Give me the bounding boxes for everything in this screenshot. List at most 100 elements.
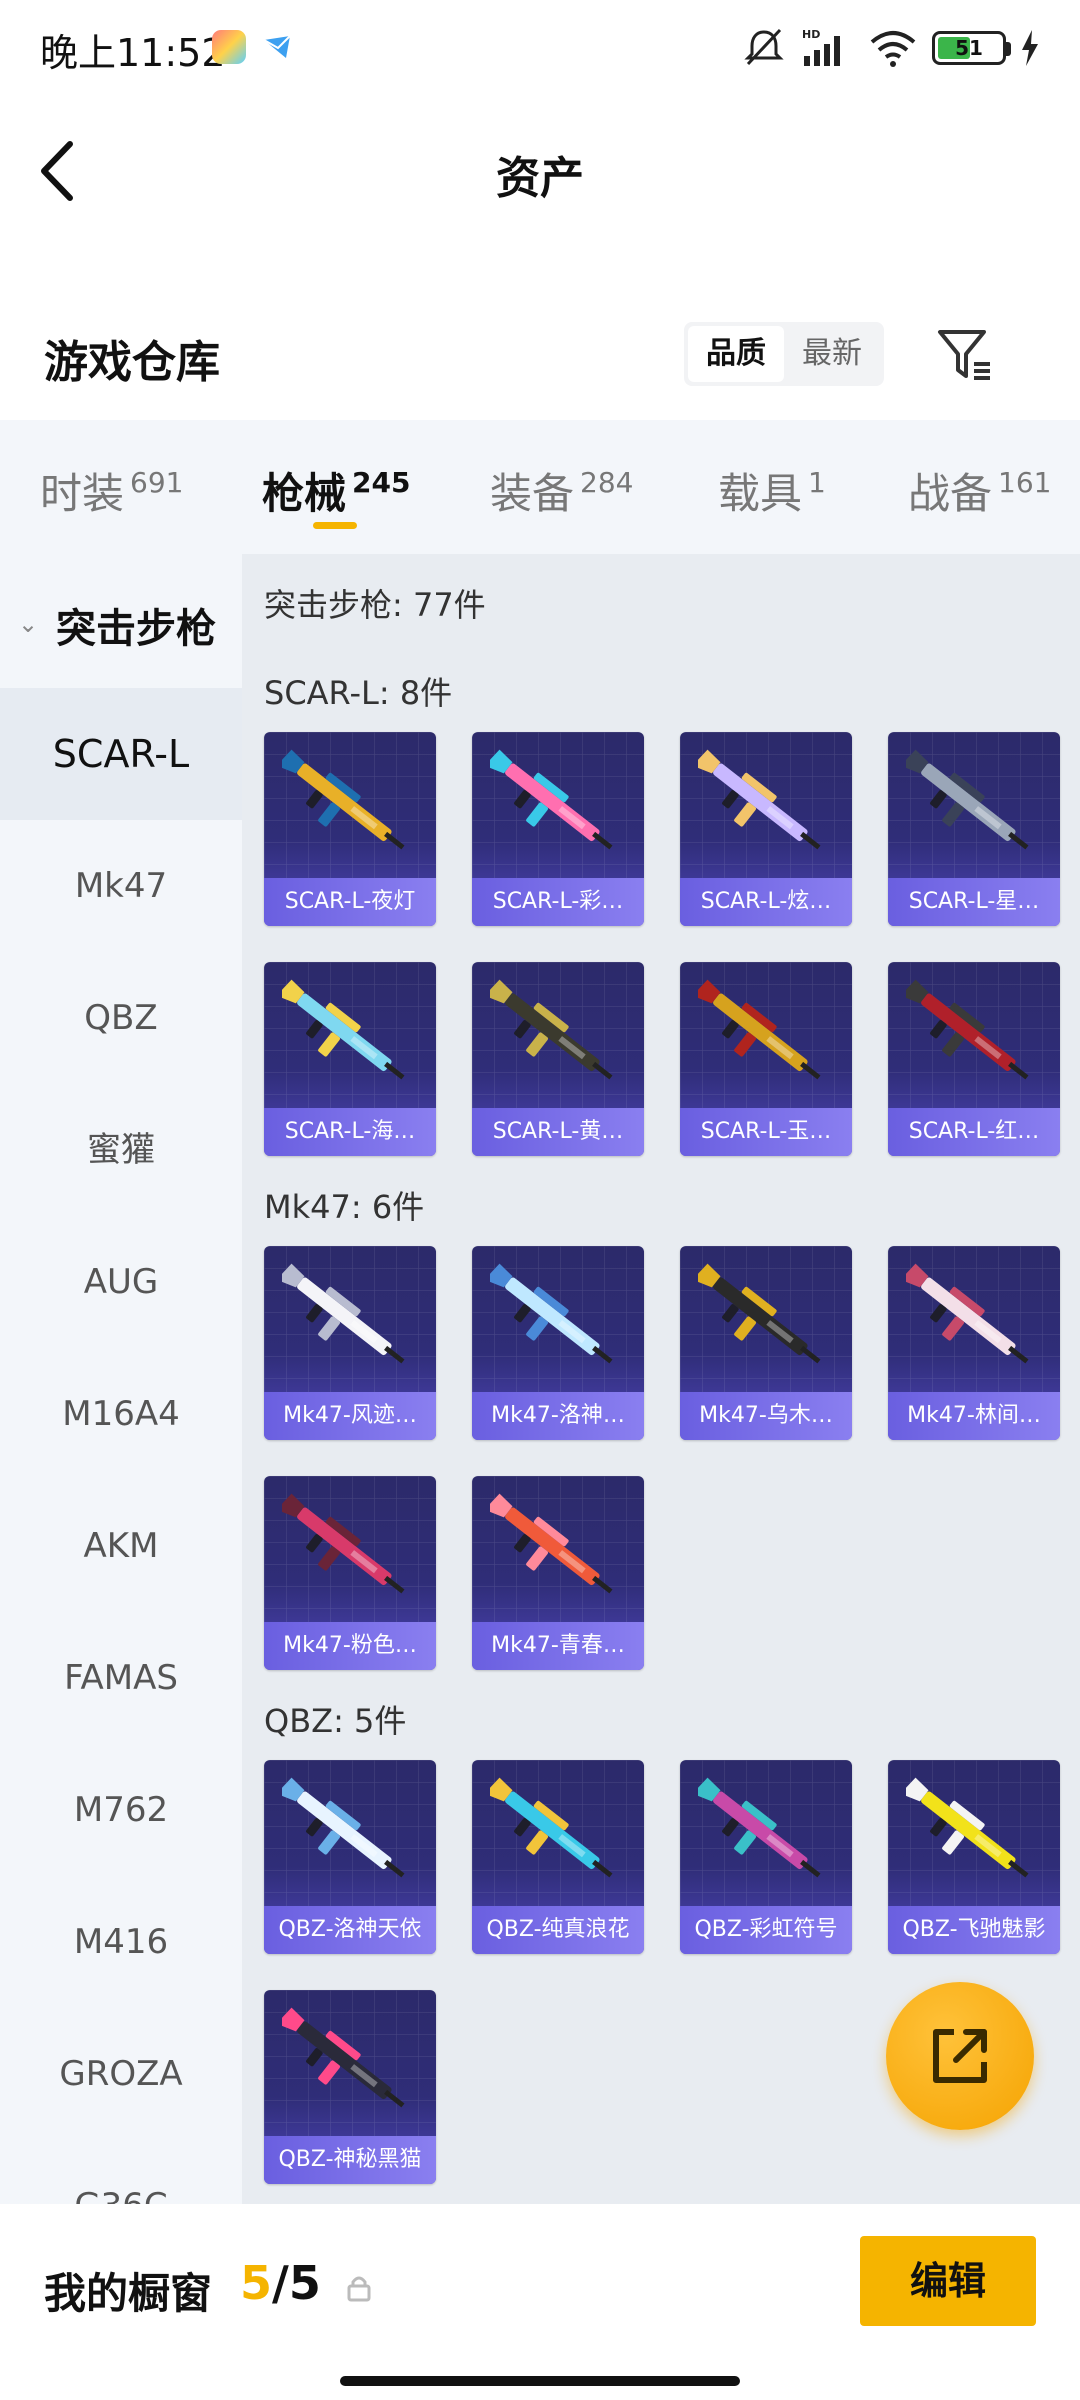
tab-vehicles[interactable]: 载具 1: [718, 460, 826, 521]
weapon-skin-card[interactable]: QBZ-神秘黑猫: [264, 1990, 436, 2184]
weapon-skin-card[interactable]: SCAR-L-玉…: [680, 962, 852, 1156]
rifle-skin-icon: [698, 749, 821, 850]
sidebar-group-assault-rifles[interactable]: ⌄ 突击步枪: [0, 554, 242, 688]
sidebar-item-honey-badger[interactable]: 蜜獾: [0, 1084, 242, 1216]
rifle-skin-icon: [282, 2007, 405, 2108]
weapon-skin-card[interactable]: SCAR-L-海…: [264, 962, 436, 1156]
mail-app-icon: [260, 30, 294, 64]
section-heading-qbz: QBZ: 5件: [264, 1702, 407, 1740]
weapon-skin-card[interactable]: Mk47-洛神…: [472, 1246, 644, 1440]
rifle-skin-icon: [698, 979, 821, 1080]
sidebar-item-akm[interactable]: AKM: [0, 1480, 242, 1612]
tab-count: 1: [808, 466, 826, 499]
tab-count: 245: [352, 466, 411, 499]
tab-fashion[interactable]: 时装 691: [40, 460, 183, 521]
section-heading-scar-l: SCAR-L: 8件: [264, 674, 453, 712]
weapon-skin-label: Mk47-乌木…: [680, 1392, 852, 1440]
sidebar-item-g36c[interactable]: G36C: [0, 2140, 242, 2204]
weapon-skin-card[interactable]: Mk47-粉色…: [264, 1476, 436, 1670]
chevron-down-icon: ⌄: [18, 610, 39, 638]
sidebar-item-groza[interactable]: GROZA: [0, 2008, 242, 2140]
showcase-title: 我的橱窗: [44, 2269, 213, 2318]
rifle-skin-icon: [906, 1777, 1029, 1878]
sidebar-item-mk47[interactable]: Mk47: [0, 820, 242, 952]
status-time: 晚上11:52: [40, 31, 226, 75]
sidebar-item-famas[interactable]: FAMAS: [0, 1612, 242, 1744]
share-button[interactable]: [886, 1982, 1034, 2130]
warehouse-title: 游戏仓库: [44, 337, 220, 388]
battery-icon: 51: [932, 31, 1011, 65]
edit-button[interactable]: 编辑: [860, 2236, 1036, 2326]
tab-firearms[interactable]: 枪械 245: [262, 460, 410, 521]
rifle-skin-icon: [698, 1777, 821, 1878]
weapon-skin-card[interactable]: SCAR-L-炫…: [680, 732, 852, 926]
rifle-skin-icon: [282, 749, 405, 850]
game-center-icon: [212, 30, 246, 64]
tab-count: 284: [580, 466, 634, 499]
sidebar-group-label: 突击步枪: [56, 606, 216, 652]
weapon-skin-card[interactable]: QBZ-洛神天依: [264, 1760, 436, 1954]
weapon-skin-card[interactable]: SCAR-L-星…: [888, 732, 1060, 926]
filter-button[interactable]: [934, 324, 996, 386]
home-indicator[interactable]: [340, 2376, 740, 2386]
charging-icon: [1022, 30, 1038, 66]
rifle-skin-icon: [490, 1263, 613, 1364]
weapon-skin-label: QBZ-彩虹符号: [680, 1906, 852, 1954]
weapon-skin-label: SCAR-L-红…: [888, 1108, 1060, 1156]
rifle-skin-icon: [906, 749, 1029, 850]
weapon-skin-label: SCAR-L-星…: [888, 878, 1060, 926]
rifle-skin-icon: [282, 979, 405, 1080]
weapon-skin-label: SCAR-L-玉…: [680, 1108, 852, 1156]
rifle-skin-icon: [906, 1263, 1029, 1364]
category-tabs: 时装 691 枪械 245 装备 284 载具 1 战备 161: [0, 420, 1080, 554]
tab-count: 691: [130, 466, 184, 499]
rifle-skin-icon: [490, 1777, 613, 1878]
rifle-skin-icon: [490, 1493, 613, 1594]
tab-combat-supplies[interactable]: 战备 161: [908, 460, 1051, 521]
category-summary: 突击步枪: 77件: [264, 586, 486, 624]
page-title: 资产: [496, 153, 584, 204]
weapon-skin-card[interactable]: SCAR-L-彩…: [472, 732, 644, 926]
tab-label: 载具: [718, 469, 803, 518]
weapon-skin-card[interactable]: QBZ-纯真浪花: [472, 1760, 644, 1954]
weapon-skin-card[interactable]: Mk47-乌木…: [680, 1246, 852, 1440]
sidebar-item-scar-l[interactable]: SCAR-L: [0, 688, 242, 820]
weapon-skin-card[interactable]: QBZ-飞驰魅影: [888, 1760, 1060, 1954]
filter-list-icon: [938, 330, 990, 380]
weapon-skin-card[interactable]: Mk47-青春…: [472, 1476, 644, 1670]
weapon-skin-label: SCAR-L-夜灯: [264, 878, 436, 926]
weapon-skin-card[interactable]: SCAR-L-夜灯: [264, 732, 436, 926]
sort-newest-option[interactable]: 最新: [784, 326, 880, 382]
showcase-count: 5/5: [240, 2256, 321, 2310]
status-icons: HD 51: [742, 24, 1040, 72]
weapon-skin-label: SCAR-L-黄…: [472, 1108, 644, 1156]
rifle-skin-icon: [490, 979, 613, 1080]
weapon-sidebar: ⌄ 突击步枪 SCAR-L Mk47 QBZ 蜜獾 AUG M16A4 AKM …: [0, 554, 242, 2204]
weapon-skin-card[interactable]: Mk47-林间…: [888, 1246, 1060, 1440]
rifle-skin-icon: [490, 749, 613, 850]
sidebar-item-m416[interactable]: M416: [0, 1876, 242, 2008]
weapon-skin-card[interactable]: QBZ-彩虹符号: [680, 1760, 852, 1954]
warehouse-bar: 游戏仓库 品质 最新: [0, 300, 1080, 410]
sort-quality-option[interactable]: 品质: [688, 326, 784, 382]
tab-label: 装备: [490, 469, 575, 518]
sidebar-item-m762[interactable]: M762: [0, 1744, 242, 1876]
weapon-skin-card[interactable]: SCAR-L-红…: [888, 962, 1060, 1156]
weapon-skin-card[interactable]: Mk47-风迹…: [264, 1246, 436, 1440]
sidebar-item-m16a4[interactable]: M16A4: [0, 1348, 242, 1480]
tab-label: 枪械: [262, 469, 347, 518]
app-header: 资产: [0, 96, 1080, 246]
weapon-skin-label: Mk47-林间…: [888, 1392, 1060, 1440]
rifle-skin-icon: [282, 1777, 405, 1878]
tab-equipment[interactable]: 装备 284: [490, 460, 633, 521]
weapon-skin-label: Mk47-风迹…: [264, 1392, 436, 1440]
showcase-bar: 我的橱窗 5/5 编辑: [0, 2204, 1080, 2400]
weapon-skin-card[interactable]: SCAR-L-黄…: [472, 962, 644, 1156]
sidebar-item-qbz[interactable]: QBZ: [0, 952, 242, 1084]
signal-hd-icon: HD: [802, 28, 840, 66]
sidebar-item-aug[interactable]: AUG: [0, 1216, 242, 1348]
wifi-icon: [870, 31, 916, 67]
status-bar: 晚上11:52 HD 51: [0, 0, 1080, 96]
weapon-skin-label: Mk47-青春…: [472, 1622, 644, 1670]
weapon-skin-label: SCAR-L-彩…: [472, 878, 644, 926]
